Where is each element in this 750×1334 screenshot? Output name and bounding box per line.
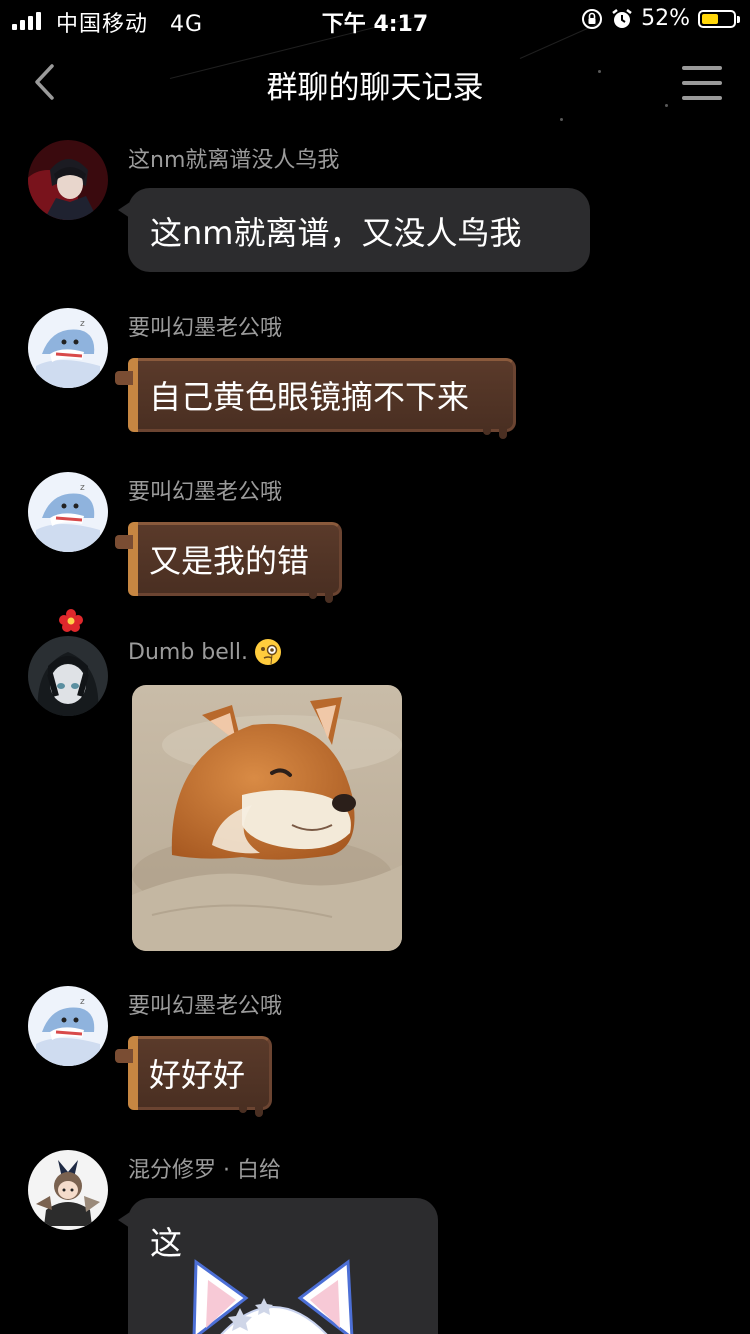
message-text: 自己黄色眼镜摘不下来: [149, 378, 470, 416]
sender-name: 这nm就离谱没人鸟我: [128, 148, 340, 173]
chat-history-screen: 中国移动 4G 下午 4:17 52% 群聊的聊天记录 这nm就离谱没人鸟我 这…: [0, 0, 750, 1334]
chocolate-stick-decor: [128, 358, 138, 432]
avatar[interactable]: z: [28, 308, 108, 388]
alarm-clock-icon: [611, 8, 633, 30]
message-bubble[interactable]: 这: [118, 1198, 438, 1334]
menu-button[interactable]: [682, 66, 722, 100]
chocolate-drip-decor: [239, 1105, 247, 1113]
message-text: 好好好: [149, 1056, 246, 1094]
rotation-lock-icon: [581, 8, 603, 30]
svg-text:z: z: [80, 483, 85, 493]
sender-name: 混分修罗 · 白给: [128, 1158, 281, 1183]
status-right-group: 52%: [581, 6, 740, 31]
battery-percent: 52%: [641, 6, 690, 31]
avatar[interactable]: [28, 636, 108, 716]
svg-text:z: z: [80, 319, 85, 329]
message-bubble[interactable]: 这nm就离谱，又没人鸟我: [118, 188, 590, 272]
chocolate-drip-decor: [483, 427, 491, 435]
message-bubble[interactable]: 又是我的错: [115, 522, 342, 603]
chocolate-tab-decor: [115, 371, 133, 385]
status-bar: 中国移动 4G 下午 4:17 52%: [0, 0, 750, 40]
shiba-dog-in-sand-photo[interactable]: [132, 685, 402, 951]
sender-name-text: Dumb bell.: [128, 639, 248, 665]
battery-icon: [698, 9, 740, 28]
sender-name: 要叫幻墨老公哦: [128, 480, 283, 505]
sender-name: Dumb bell.: [128, 638, 282, 666]
nav-bar: 群聊的聊天记录: [0, 40, 750, 128]
message-text: 这nm就离谱，又没人鸟我: [150, 214, 522, 252]
chocolate-drip-decor: [255, 1105, 263, 1117]
chocolate-drip-decor: [325, 591, 333, 603]
avatar[interactable]: [28, 140, 108, 220]
face-with-monocle-emoji: [254, 638, 282, 666]
svg-text:z: z: [80, 997, 85, 1007]
battery-level-fill: [702, 13, 718, 24]
chocolate-tab-decor: [115, 535, 133, 549]
chocolate-drip-decor: [499, 427, 507, 439]
page-title: 群聊的聊天记录: [266, 70, 484, 106]
chocolate-tab-decor: [115, 1049, 133, 1063]
message-text: 又是我的错: [149, 542, 310, 580]
sender-name: 要叫幻墨老公哦: [128, 316, 283, 341]
chocolate-drip-decor: [309, 591, 317, 599]
chocolate-stick-decor: [128, 522, 138, 596]
avatar[interactable]: z: [28, 986, 108, 1066]
hamburger-menu-icon: [682, 66, 722, 70]
message-bubble[interactable]: 好好好: [115, 1036, 272, 1117]
avatar[interactable]: z: [28, 472, 108, 552]
message-text: 这: [150, 1224, 183, 1262]
sender-name: 要叫幻墨老公哦: [128, 994, 283, 1019]
white-cat-ear-character-sticker[interactable]: [188, 1258, 358, 1334]
avatar[interactable]: [28, 1150, 108, 1230]
chocolate-stick-decor: [128, 1036, 138, 1110]
message-bubble[interactable]: 自己黄色眼镜摘不下来: [115, 358, 516, 439]
